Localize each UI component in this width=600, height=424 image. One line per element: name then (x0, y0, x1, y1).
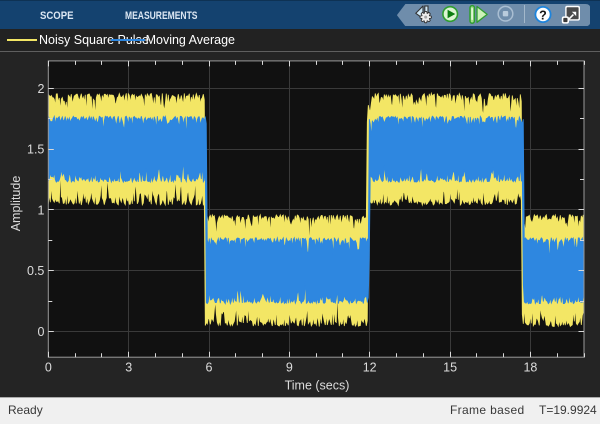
svg-text:2: 2 (37, 82, 44, 96)
svg-text:3: 3 (125, 361, 132, 375)
svg-text:1: 1 (37, 203, 44, 217)
svg-text:9: 9 (286, 361, 293, 375)
svg-text:?: ? (539, 8, 547, 22)
svg-text:Time (secs): Time (secs) (285, 379, 350, 393)
svg-text:0: 0 (45, 361, 52, 375)
svg-text:0.5: 0.5 (27, 264, 44, 278)
svg-text:12: 12 (363, 361, 377, 375)
svg-text:Amplitude: Amplitude (9, 176, 23, 232)
svg-text:18: 18 (523, 361, 537, 375)
svg-text:1.5: 1.5 (27, 143, 44, 157)
svg-text:0: 0 (37, 325, 44, 339)
svg-text:6: 6 (206, 361, 213, 375)
svg-text:15: 15 (443, 361, 457, 375)
